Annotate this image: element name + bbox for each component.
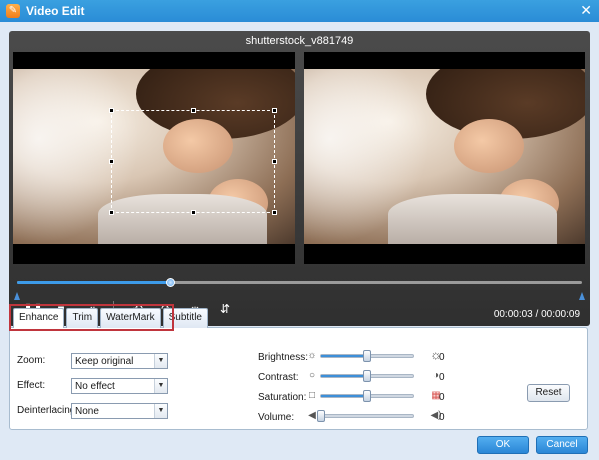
crop-handle[interactable] [109,210,114,215]
contrast-slider[interactable] [320,370,414,382]
close-icon[interactable]: ✕ [580,2,592,19]
volume-slider[interactable] [317,410,414,422]
brightness-slider[interactable] [320,350,414,362]
brightness-low-icon: ☼ [307,350,317,361]
crop-handle[interactable] [191,210,196,215]
volume-value: 0 [439,412,445,423]
crop-handle[interactable] [109,159,114,164]
deinterlacing-value: None [75,406,99,417]
crop-handle[interactable] [272,108,277,113]
ok-button[interactable]: OK [477,436,529,454]
crop-handle[interactable] [272,210,277,215]
reset-button[interactable]: Reset [527,384,570,402]
slider-handle[interactable] [363,350,371,362]
saturation-value: 0 [439,392,445,403]
cancel-button[interactable]: Cancel [536,436,588,454]
crop-handle[interactable] [191,108,196,113]
crop-selection-box[interactable] [109,108,277,215]
seek-bar[interactable] [17,278,582,287]
effect-value: No effect [75,381,115,392]
chevron-down-icon: ▼ [154,354,167,368]
edit-tabs: Enhance Trim WaterMark Subtitle [13,308,208,328]
saturation-low-icon: □ [308,390,316,401]
zoom-label: Zoom: [17,355,46,366]
zoom-select[interactable]: Keep original ▼ [71,353,168,369]
slider-fill [321,375,367,377]
saturation-slider[interactable] [320,390,414,402]
flip-vertical-icon[interactable]: ⇵ [216,300,234,318]
crop-handle[interactable] [109,108,114,113]
video-file-name: shutterstock_v881749 [245,35,354,47]
window-title: Video Edit [26,4,85,18]
brightness-label: Brightness: [258,352,309,363]
contrast-value: 0 [439,372,445,383]
app-logo-icon: ✎ [6,4,20,18]
volume-label: Volume: [258,412,295,423]
slider-handle[interactable] [363,390,371,402]
crop-handle[interactable] [272,159,277,164]
tab-trim[interactable]: Trim [66,308,99,328]
contrast-low-icon: ○ [308,370,316,381]
effect-label: Effect: [17,380,46,391]
slider-fill [321,355,367,357]
original-preview[interactable] [13,52,295,264]
chevron-down-icon: ▼ [154,404,167,418]
saturation-label: Saturation: [258,392,307,403]
zoom-value: Keep original [75,356,134,367]
brightness-value: 0 [439,352,445,363]
effect-select[interactable]: No effect ▼ [71,378,168,394]
slider-handle[interactable] [317,410,325,422]
tab-subtitle[interactable]: Subtitle [162,308,208,328]
tab-enhance[interactable]: Enhance [13,308,65,328]
output-preview [304,52,585,264]
trim-start-marker[interactable] [14,292,20,300]
title-bar: ✎ Video Edit ✕ [0,0,599,22]
deinterlacing-label: Deinterlacing: [17,405,79,416]
chevron-down-icon: ▼ [154,379,167,393]
contrast-label: Contrast: [258,372,299,383]
tab-watermark[interactable]: WaterMark [100,308,161,328]
slider-handle[interactable] [363,370,371,382]
video-frame-image [304,69,585,244]
deinterlacing-select[interactable]: None ▼ [71,403,168,419]
timecode: 00:00:03 / 00:00:09 [493,309,580,320]
trim-end-marker[interactable] [579,292,585,300]
seek-progress [17,281,170,284]
video-player: shutterstock_v881749 ⇵ 00:00:03 / 00:00:… [9,31,590,326]
seek-handle[interactable] [165,278,175,287]
slider-fill [321,395,367,397]
